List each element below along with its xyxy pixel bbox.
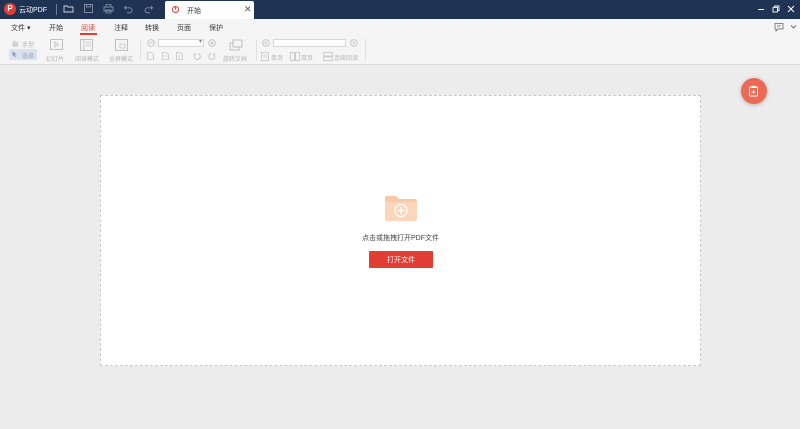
menu-protect[interactable]: 保护: [209, 23, 223, 33]
single-page-icon: [261, 52, 269, 63]
menu-file-label: 文件: [11, 25, 25, 32]
menu-read[interactable]: 阅读: [81, 23, 95, 33]
zoom-select[interactable]: ▾: [158, 39, 204, 47]
zoom-in-icon[interactable]: [208, 39, 216, 49]
rotate-left-icon[interactable]: [193, 52, 201, 62]
title-bar: P 云动PDF 开始 ✕: [0, 0, 800, 19]
open-folder-icon[interactable]: [63, 3, 76, 16]
select-tool[interactable]: 选择: [22, 51, 34, 60]
tab-start[interactable]: 开始 ✕: [165, 1, 254, 19]
home-icon: [171, 5, 180, 14]
hand-tool[interactable]: 手型: [22, 40, 34, 49]
menu-file[interactable]: 文件 ▾: [11, 23, 30, 33]
fit-page-icon[interactable]: [162, 52, 169, 62]
tab-label: 开始: [187, 8, 201, 15]
undo-icon[interactable]: [123, 3, 136, 16]
open-file-drop-zone[interactable]: 点击或拖拽打开PDF文件 打开文件: [100, 95, 701, 366]
save-icon[interactable]: [83, 3, 96, 16]
ribbon-toolbar: 手型 选择 幻灯片 阅读模式 全屏模式 ▾ 旋转文档 单页 双页 连续阅读: [0, 36, 800, 65]
title-divider: [56, 4, 57, 15]
add-folder-icon: [385, 195, 417, 221]
actual-size-icon[interactable]: [147, 52, 154, 62]
slideshow-icon: [50, 39, 63, 52]
fullscreen-icon: [115, 39, 128, 53]
minimize-icon[interactable]: [756, 4, 766, 14]
chevron-down-icon[interactable]: [790, 24, 797, 30]
prev-page-icon[interactable]: [262, 39, 270, 49]
app-logo-icon: P: [4, 3, 16, 15]
slideshow-button[interactable]: 幻灯片: [46, 54, 64, 63]
floating-tool-button[interactable]: [741, 78, 767, 104]
fullscreen-button[interactable]: 全屏模式: [109, 54, 133, 63]
caret-down-icon: ▾: [26, 25, 31, 32]
toolbar-divider: [365, 39, 366, 61]
active-menu-indicator: [80, 33, 97, 35]
menu-page[interactable]: 页面: [177, 23, 191, 33]
select-cursor-icon: [11, 50, 19, 60]
feedback-icon[interactable]: [774, 22, 784, 32]
continuous-reading-button[interactable]: 连续阅读: [334, 53, 358, 62]
app-name: 云动PDF: [19, 7, 47, 14]
redo-icon[interactable]: [143, 3, 156, 16]
continuous-reading-icon: [323, 52, 333, 63]
page-number-input[interactable]: [273, 39, 346, 47]
rotate-document-icon: [229, 39, 243, 53]
zoom-dropdown-icon: ▾: [198, 39, 202, 45]
menu-annotate[interactable]: 注释: [114, 23, 128, 33]
single-page-button[interactable]: 单页: [271, 53, 283, 62]
menu-start[interactable]: 开始: [49, 23, 63, 33]
restore-icon[interactable]: [771, 4, 781, 14]
toolbar-divider: [140, 39, 141, 61]
rotate-right-icon[interactable]: [208, 52, 216, 62]
reading-mode-button[interactable]: 阅读模式: [75, 54, 99, 63]
print-icon[interactable]: [103, 3, 116, 16]
double-page-icon: [290, 52, 300, 63]
menu-convert[interactable]: 转换: [145, 23, 159, 33]
hand-icon: [11, 39, 19, 49]
document-tools-icon: [749, 85, 758, 97]
toolbar-divider: [256, 39, 257, 61]
zoom-out-icon[interactable]: [147, 39, 155, 49]
next-page-icon[interactable]: [350, 39, 358, 49]
open-file-button[interactable]: 打开文件: [369, 251, 433, 268]
open-file-prompt: 点击或拖拽打开PDF文件: [362, 235, 439, 242]
menu-bar: 文件 ▾ 开始 阅读 注释 转换 页面 保护: [0, 19, 800, 36]
tab-close-icon[interactable]: ✕: [244, 4, 252, 14]
close-window-icon[interactable]: [786, 4, 796, 14]
rotate-document-button[interactable]: 旋转文档: [223, 54, 247, 63]
double-page-button[interactable]: 双页: [301, 53, 313, 62]
reading-mode-icon: [80, 39, 93, 53]
fit-width-icon[interactable]: [176, 52, 183, 62]
